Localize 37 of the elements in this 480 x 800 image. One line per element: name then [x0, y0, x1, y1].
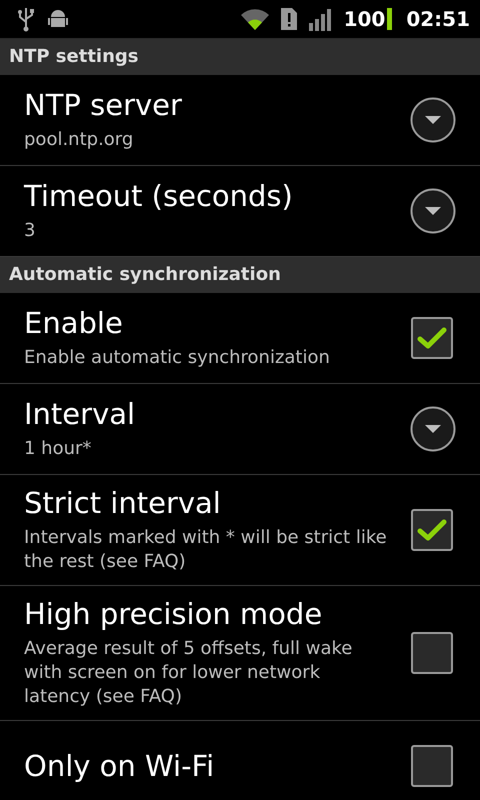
- dropdown-icon[interactable]: [410, 406, 456, 452]
- preference-summary: Average result of 5 offsets, full wake with screen on for lower network latency (see FAQ): [24, 637, 354, 709]
- dropdown-icon[interactable]: [410, 97, 456, 143]
- section-header: NTP settings: [0, 39, 480, 75]
- checkbox[interactable]: [411, 317, 453, 359]
- preference-title: Timeout (seconds): [24, 179, 294, 213]
- clock: 02:51: [406, 7, 470, 31]
- preference-title: NTP server: [24, 88, 183, 122]
- signal-icon: [308, 7, 334, 31]
- preference-summary: Enable automatic synchronization: [24, 346, 331, 370]
- preference-row[interactable]: High precision mode Average result of 5 offsets, full wake with screen on for lower network latency (see FAQ): [0, 586, 480, 721]
- preference-summary: Intervals marked with * will be strict like the rest (see FAQ): [24, 526, 388, 574]
- section-header: Automatic synchronization: [0, 257, 480, 293]
- dropdown-icon[interactable]: [410, 188, 456, 234]
- preference-title: Only on Wi-Fi: [24, 749, 216, 783]
- sim-alert-icon: [280, 7, 298, 31]
- preference-title: High precision mode: [24, 597, 324, 631]
- preference-row[interactable]: Only on Wi-Fi: [0, 721, 480, 800]
- checkmark-icon: [417, 518, 447, 542]
- wifi-icon: [240, 7, 270, 31]
- checkbox[interactable]: [411, 632, 453, 674]
- preference-summary: 3: [24, 219, 36, 243]
- checkbox[interactable]: [411, 509, 453, 551]
- preference-title: Interval: [24, 397, 136, 431]
- usb-icon: [16, 6, 36, 32]
- preference-row[interactable]: Enable Enable automatic synchronization: [0, 293, 480, 384]
- preference-summary: 1 hour*: [24, 437, 92, 461]
- preference-row[interactable]: Strict interval Intervals marked with * will be strict like the rest (see FAQ): [0, 475, 480, 586]
- battery-icon: [387, 8, 392, 30]
- preference-title: Strict interval: [24, 486, 222, 520]
- preference-row[interactable]: NTP server pool.ntp.org: [0, 75, 480, 166]
- preference-title: Enable: [24, 306, 124, 340]
- preference-row[interactable]: Interval 1 hour*: [0, 384, 480, 475]
- preference-summary: pool.ntp.org: [24, 128, 134, 152]
- battery-level: 100: [344, 7, 386, 31]
- checkbox[interactable]: [411, 745, 453, 787]
- checkmark-icon: [417, 326, 447, 350]
